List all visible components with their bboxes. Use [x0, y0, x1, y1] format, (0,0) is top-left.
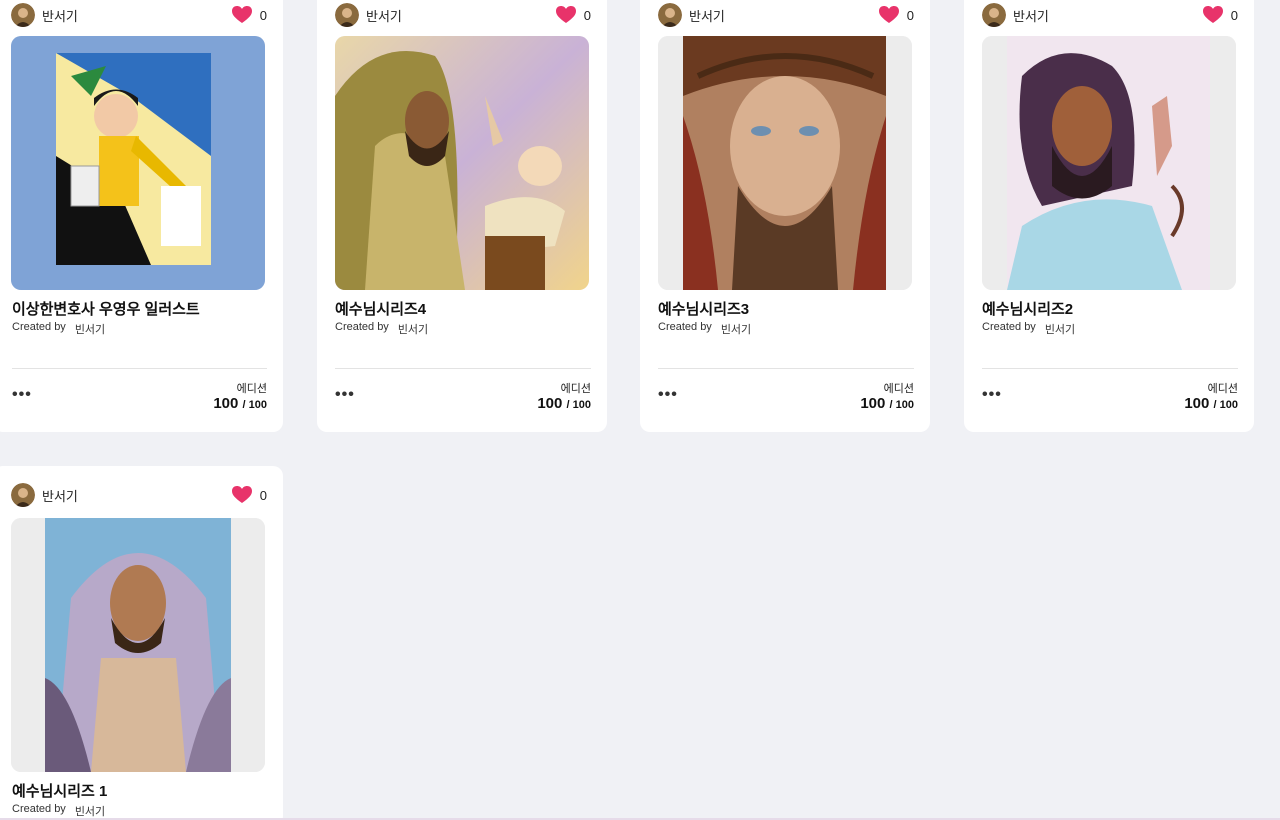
heart-icon	[231, 6, 252, 23]
edition-total: / 100	[566, 399, 591, 411]
creator-name[interactable]: 빈서기	[398, 321, 428, 337]
artwork-thumbnail[interactable]	[658, 36, 912, 290]
artwork-title[interactable]: 예수님시리즈 1	[12, 780, 107, 801]
edition-total: / 100	[242, 399, 267, 411]
divider	[12, 368, 267, 369]
edition-count: 100 / 100	[860, 395, 914, 412]
jesus-portrait-artwork	[11, 518, 265, 772]
jesus-crown-of-thorns-artwork	[658, 36, 912, 290]
more-options-button[interactable]: •••	[335, 386, 355, 404]
created-by-label: Created by	[12, 321, 66, 333]
avatar	[335, 3, 359, 27]
nft-card[interactable]: 반서기 0 예수님시리즈4 Created by 빈서기 ••• 에디션 100…	[317, 0, 607, 432]
illustration-artwork	[11, 36, 265, 290]
creator-info: Created by 빈서기	[12, 321, 105, 337]
creator-info: Created by 빈서기	[982, 321, 1075, 337]
heart-icon	[878, 6, 899, 23]
like-count: 0	[259, 7, 267, 23]
artwork-thumbnail[interactable]	[335, 36, 589, 290]
creator-name[interactable]: 빈서기	[1045, 321, 1075, 337]
owner-name: 반서기	[42, 8, 78, 24]
artwork-title[interactable]: 이상한변호사 우영우 일러스트	[12, 298, 200, 319]
artwork-thumbnail[interactable]	[982, 36, 1236, 290]
avatar	[11, 3, 35, 27]
creator-info: Created by 빈서기	[658, 321, 751, 337]
edition-number: 100	[213, 395, 239, 412]
edition-label: 에디션	[1207, 383, 1238, 395]
artwork-title[interactable]: 예수님시리즈2	[982, 298, 1073, 319]
artwork-title[interactable]: 예수님시리즈3	[658, 298, 749, 319]
edition-count: 100 / 100	[537, 395, 591, 412]
nft-card[interactable]: 반서기 0 예수님시리즈3 Created by 빈서기 ••• 에디션 100…	[640, 0, 930, 432]
heart-icon	[231, 486, 252, 503]
created-by-label: Created by	[982, 321, 1036, 333]
more-options-button[interactable]: •••	[982, 386, 1002, 404]
like-button[interactable]: 0	[231, 6, 267, 24]
artwork-thumbnail[interactable]	[11, 36, 265, 290]
owner-name: 반서기	[1013, 8, 1049, 24]
artwork-title[interactable]: 예수님시리즈4	[335, 298, 426, 319]
like-button[interactable]: 0	[1202, 6, 1238, 24]
like-count: 0	[259, 487, 267, 503]
like-count: 0	[906, 7, 914, 23]
edition-number: 100	[537, 395, 563, 412]
more-options-button[interactable]: •••	[658, 386, 678, 404]
creator-name[interactable]: 빈서기	[721, 321, 751, 337]
like-button[interactable]: 0	[878, 6, 914, 24]
creator-name[interactable]: 빈서기	[75, 803, 105, 819]
owner-link[interactable]: 반서기	[11, 483, 78, 507]
like-count: 0	[1230, 7, 1238, 23]
created-by-label: Created by	[658, 321, 712, 333]
edition-number: 100	[860, 395, 886, 412]
edition-count: 100 / 100	[213, 395, 267, 412]
owner-name: 반서기	[366, 8, 402, 24]
divider	[982, 368, 1238, 369]
created-by-label: Created by	[12, 803, 66, 815]
edition-number: 100	[1184, 395, 1210, 412]
edition-label: 에디션	[883, 383, 914, 395]
owner-link[interactable]: 반서기	[658, 3, 725, 27]
owner-link[interactable]: 반서기	[335, 3, 402, 27]
owner-link[interactable]: 반서기	[982, 3, 1049, 27]
divider	[335, 368, 591, 369]
owner-link[interactable]: 반서기	[11, 3, 78, 27]
like-button[interactable]: 0	[231, 486, 267, 504]
jesus-profile-artwork	[982, 36, 1236, 290]
owner-name: 반서기	[42, 488, 78, 504]
avatar	[982, 3, 1006, 27]
edition-count: 100 / 100	[1184, 395, 1238, 412]
like-count: 0	[583, 7, 591, 23]
edition-label: 에디션	[560, 383, 591, 395]
edition-total: / 100	[889, 399, 914, 411]
created-by-label: Created by	[335, 321, 389, 333]
nft-card[interactable]: 반서기 0 예수님시리즈2 Created by 빈서기 ••• 에디션 100…	[964, 0, 1254, 432]
avatar	[11, 483, 35, 507]
nft-card[interactable]: 반서기 0 예수님시리즈 1 Created by 빈서기	[0, 466, 283, 820]
like-button[interactable]: 0	[555, 6, 591, 24]
heart-icon	[555, 6, 576, 23]
edition-total: / 100	[1213, 399, 1238, 411]
divider	[658, 368, 914, 369]
artwork-thumbnail[interactable]	[11, 518, 265, 772]
creator-info: Created by 빈서기	[12, 803, 105, 819]
nft-card[interactable]: 반서기 0 이상한변호사 우영우 일러스트 Created by 빈서기 •••…	[0, 0, 283, 432]
avatar	[658, 3, 682, 27]
edition-label: 에디션	[236, 383, 267, 395]
jesus-holding-baby-artwork	[335, 36, 589, 290]
creator-name[interactable]: 빈서기	[75, 321, 105, 337]
more-options-button[interactable]: •••	[12, 386, 32, 404]
heart-icon	[1202, 6, 1223, 23]
owner-name: 반서기	[689, 8, 725, 24]
creator-info: Created by 빈서기	[335, 321, 428, 337]
